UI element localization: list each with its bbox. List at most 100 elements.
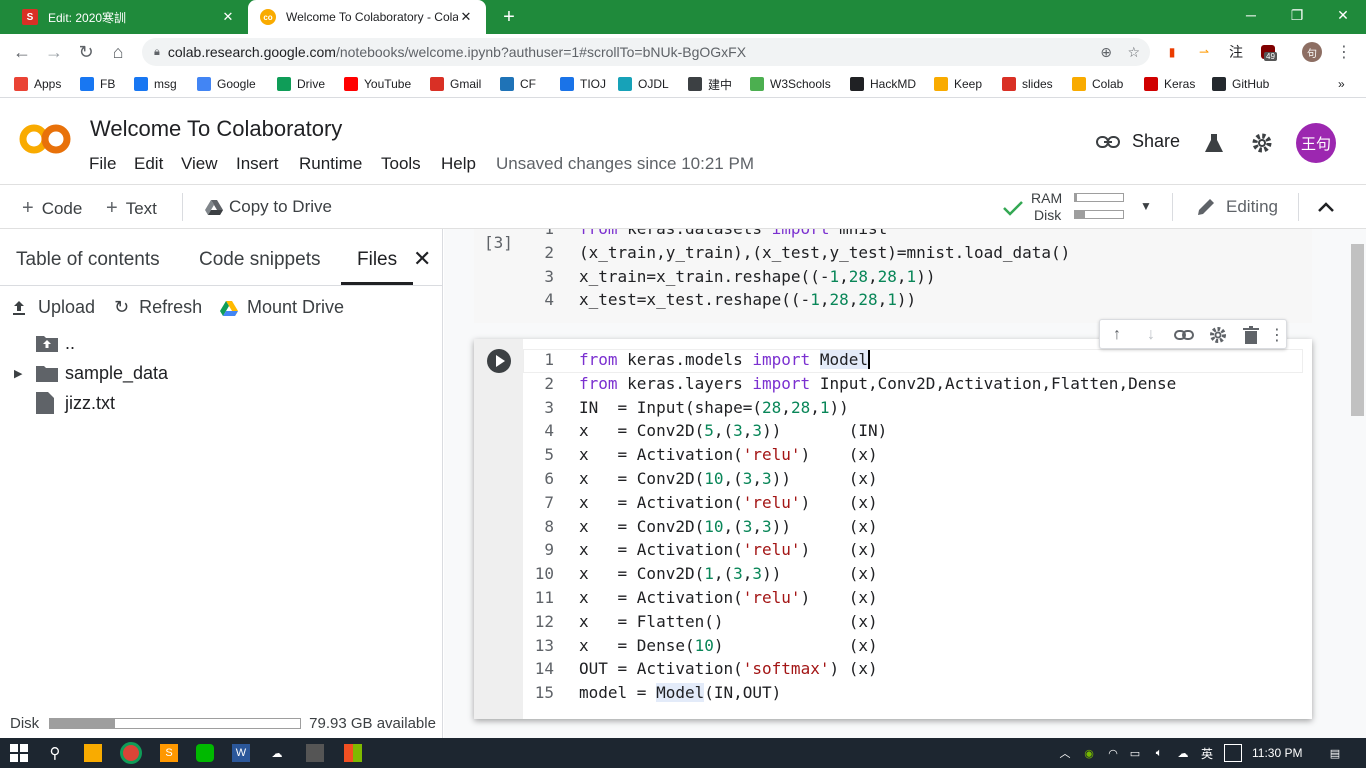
code-line[interactable]: x = Conv2D(10,(3,3)) (x) [579,517,878,536]
code-line[interactable]: IN = Input(shape=(28,28,1)) [579,398,849,417]
code-line[interactable]: x = Conv2D(10,(3,3)) (x) [579,469,878,488]
sublime-text-icon[interactable]: S [160,744,178,762]
tab-colab-welcome[interactable]: co Welcome To Colaboratory - Colab ✕ [248,0,486,34]
tab-code-snippets[interactable]: Code snippets [199,249,320,271]
notebook-title[interactable]: Welcome To Colaboratory [90,116,342,142]
menu-runtime[interactable]: Runtime [299,154,362,174]
office-extension-icon[interactable]: ▮ [1162,42,1182,62]
new-tab-button[interactable]: + [498,6,520,28]
editing-mode-button[interactable]: Editing [1196,197,1278,217]
word-app-icon[interactable]: W [232,744,250,762]
taskbar-clock[interactable]: 11:30 PM [1252,746,1302,760]
code-line[interactable]: x = Activation('relu') (x) [579,445,878,464]
file-row-jizz-txt[interactable]: jizz.txt [36,390,115,416]
menu-help[interactable]: Help [441,154,476,174]
settings-gear-icon[interactable] [1251,132,1273,154]
home-icon[interactable]: ⌂ [106,40,130,64]
ublock-extension-icon[interactable]: 49 [1258,42,1278,62]
notifications-icon[interactable]: ▤ [1326,744,1344,762]
code-cell[interactable]: [3] 1 from keras.datasets import mnist 2 (x… [474,229,1312,323]
notebook-scrollbar[interactable] [1351,244,1364,416]
reload-icon[interactable]: ↻ [74,40,98,64]
file-row-sample-data[interactable]: ▶ sample_data [14,360,168,386]
power-tray-icon[interactable]: ▭ [1126,744,1144,762]
bookmark-star-icon[interactable]: ☆ [1127,44,1140,61]
bookmark-google[interactable]: Google [197,75,256,93]
menu-tools[interactable]: Tools [381,154,421,174]
windows-start-icon[interactable] [10,744,28,762]
flask-icon[interactable] [1203,132,1225,154]
menu-edit[interactable]: Edit [134,154,163,174]
onedrive-tray-icon[interactable]: ☁ [1174,744,1192,762]
address-bar[interactable]: 🔒︎ colab.research.google.com/notebooks/w… [142,38,1150,66]
search-icon[interactable]: ⚲ [46,744,64,762]
code-line[interactable]: from keras.datasets import mnist [579,229,887,238]
menu-file[interactable]: File [89,154,116,174]
expand-caret-icon[interactable]: ▶ [14,367,36,380]
close-window-icon[interactable]: ✕ [1320,0,1366,30]
runtime-dropdown-icon[interactable]: ▼ [1140,199,1152,213]
more-options-icon[interactable]: ⋮ [1269,325,1285,345]
bookmark-apps[interactable]: Apps [14,75,61,93]
bookmark-cf[interactable]: CF [500,75,536,93]
code-line[interactable]: x = Conv2D(5,(3,3)) (IN) [579,421,887,440]
account-avatar[interactable]: 王句 [1296,123,1336,163]
move-cell-down-icon[interactable]: ↓ [1141,325,1161,345]
cell-settings-gear-icon[interactable] [1208,325,1228,345]
code-line[interactable]: x_train=x_train.reshape((-1,28,28,1)) [579,267,935,286]
collapse-header-icon[interactable] [1317,201,1335,213]
back-arrow-icon[interactable]: ← [10,40,34,64]
bookmark-gmail[interactable]: Gmail [430,75,481,93]
code-line[interactable]: x_test=x_test.reshape((-1,28,28,1)) [579,290,916,309]
profile-avatar-icon[interactable]: 句 [1302,42,1322,62]
chrome-taskbar-icon[interactable] [120,742,142,764]
calculator-app-icon[interactable] [306,744,324,762]
tab-edit-2020[interactable]: S Edit: 2020寒訓 ✕ [10,0,248,34]
ime-indicator[interactable]: 英 [1198,744,1216,762]
colab-logo-icon[interactable] [18,122,72,156]
delete-cell-icon[interactable] [1241,325,1261,345]
tab-files[interactable]: Files [357,249,397,271]
bookmark-keep[interactable]: Keep [934,75,982,93]
photos-app-icon[interactable]: ☁ [268,744,286,762]
bookmark-tioj[interactable]: TIOJ [560,75,606,93]
file-row-parent[interactable]: .. [36,330,75,356]
chrome-menu-icon[interactable]: ⋮ [1334,42,1354,62]
close-tab-icon[interactable]: ✕ [220,9,236,25]
zoom-icon[interactable]: ⊕ [1100,44,1112,61]
amazon-extension-icon[interactable]: ⇀ [1194,42,1214,62]
code-line[interactable]: x = Dense(10) (x) [579,636,878,655]
unsaved-status[interactable]: Unsaved changes since 10:21 PM [496,154,754,174]
volume-tray-icon[interactable]: 🔈︎ [1150,744,1168,762]
store-app-icon[interactable] [344,744,362,762]
share-button[interactable]: Share [1096,131,1180,152]
mount-drive-button[interactable]: Mount Drive [220,297,344,318]
tray-chevron-icon[interactable]: ︿ [1056,744,1074,762]
code-line[interactable]: x = Conv2D(1,(3,3)) (x) [579,564,878,583]
file-explorer-icon[interactable] [84,744,102,762]
code-line[interactable]: x = Activation('relu') (x) [579,493,878,512]
code-line[interactable]: (x_train,y_train),(x_test,y_test)=mnist.… [579,243,1070,262]
bookmark-keras[interactable]: Keras [1144,75,1195,93]
run-cell-button[interactable] [486,348,512,374]
bookmark-colab[interactable]: Colab [1072,75,1123,93]
bookmark-youtube[interactable]: YouTube [344,75,411,93]
forward-arrow-icon[interactable]: → [42,40,66,64]
minimize-icon[interactable]: ─ [1228,0,1274,30]
menu-insert[interactable]: Insert [236,154,279,174]
code-line[interactable]: x = Flatten() (x) [579,612,878,631]
bookmarks-overflow-icon[interactable]: » [1338,75,1345,93]
bookmark-github[interactable]: GitHub [1212,75,1269,93]
line-app-icon[interactable] [196,744,214,762]
bookmark-drive[interactable]: Drive [277,75,325,93]
code-line[interactable]: from keras.models import Model [579,350,870,369]
bookmark-msg[interactable]: msg [134,75,177,93]
add-text-button[interactable]: + Text [106,197,157,220]
ime-mode-icon[interactable] [1224,744,1242,762]
bookmark-w3schools[interactable]: W3Schools [750,75,831,93]
restore-icon[interactable]: ❐ [1274,0,1320,30]
tab-table-of-contents[interactable]: Table of contents [16,249,160,271]
copy-to-drive-button[interactable]: Copy to Drive [205,197,332,217]
move-cell-up-icon[interactable]: ↑ [1107,325,1127,345]
code-cell-focused[interactable]: 1 from keras.models import Model 2 from ker… [474,339,1312,719]
